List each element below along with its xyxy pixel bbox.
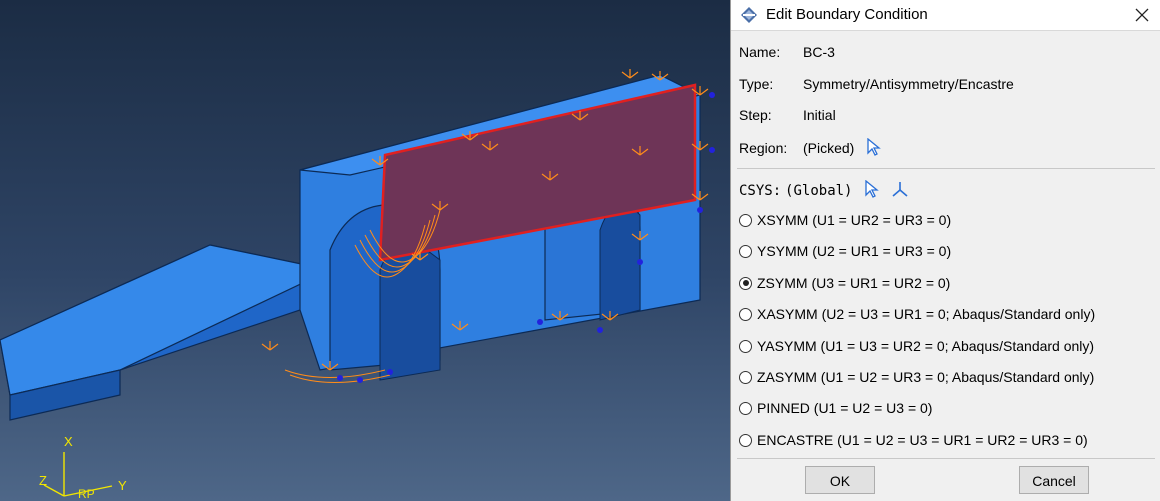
radio-unchecked-icon[interactable] [739, 245, 752, 259]
csys-create-triad-icon[interactable] [890, 180, 910, 198]
region-value: (Picked) [803, 140, 855, 156]
bc-option-radio[interactable]: ZASYMM (U1 = U2 = UR3 = 0; Abaqus/Standa… [739, 369, 1094, 385]
csys-pick-arrow-icon[interactable] [864, 180, 880, 198]
bc-option-radio[interactable]: XSYMM (U1 = UR2 = UR3 = 0) [739, 212, 951, 228]
radio-unchecked-icon[interactable] [739, 339, 752, 353]
edit-boundary-condition-dialog: Edit Boundary Condition Name: BC-3 Type: S… [730, 0, 1160, 501]
dialog-title: Edit Boundary Condition [766, 6, 928, 23]
right-arch-inner [599, 203, 641, 321]
step-value: Initial [803, 107, 836, 123]
bc-option-label: XSYMM (U1 = UR2 = UR3 = 0) [757, 212, 952, 228]
type-row: Type: Symmetry/Antisymmetry/Encastre [739, 76, 1014, 92]
model-viewport[interactable]: X Y Z RP [0, 0, 730, 501]
bc-option-label: YASYMM (U1 = U3 = UR2 = 0; Abaqus/Standa… [757, 337, 1095, 354]
separator [737, 168, 1155, 169]
step-label: Step: [739, 107, 772, 123]
cancel-button[interactable]: Cancel [1019, 466, 1089, 494]
bc-option-label: PINNED (U1 = U2 = U3 = 0) [757, 400, 933, 417]
bc-option-label: ZSYMM (U3 = UR1 = UR2 = 0) [757, 274, 951, 291]
radio-unchecked-icon[interactable] [739, 214, 752, 227]
bc-option-radio[interactable]: ENCASTRE (U1 = U2 = U3 = UR1 = UR2 = UR3… [739, 432, 1088, 448]
bc-option-radio[interactable]: ZSYMM (U3 = UR1 = UR2 = 0) [739, 275, 950, 291]
radio-checked-icon[interactable] [739, 276, 752, 290]
type-value: Symmetry/Antisymmetry/Encastre [803, 76, 1014, 92]
radio-unchecked-icon[interactable] [739, 371, 752, 384]
csys-row: CSYS: (Global) [739, 180, 910, 199]
region-row: Region: (Picked) [739, 138, 882, 156]
ok-button[interactable]: OK [805, 466, 875, 494]
radio-unchecked-icon[interactable] [739, 402, 752, 416]
region-label: Region: [739, 140, 788, 156]
bc-option-radio[interactable]: PINNED (U1 = U2 = U3 = 0) [739, 400, 932, 416]
triad-z-label: Z [39, 473, 47, 488]
name-label: Name: [739, 44, 781, 60]
bc-option-radio[interactable]: YASYMM (U1 = U3 = UR2 = 0; Abaqus/Standa… [739, 338, 1094, 354]
radio-unchecked-icon[interactable] [739, 308, 752, 322]
arm-top-face [0, 244, 332, 396]
bc-option-label: ENCASTRE (U1 = U2 = U3 = UR1 = UR2 = UR3… [757, 431, 1088, 448]
region-pick-arrow-icon[interactable] [866, 138, 882, 156]
close-icon[interactable] [1130, 3, 1154, 27]
bc-option-radio[interactable]: XASYMM (U2 = U3 = UR1 = 0; Abaqus/Standa… [739, 306, 1095, 322]
type-label: Type: [739, 76, 774, 92]
csys-value: (Global) [785, 183, 853, 199]
triad-y-label: Y [118, 478, 127, 493]
bc-option-label: YSYMM (U2 = UR1 = UR3 = 0) [757, 243, 952, 260]
radio-unchecked-icon[interactable] [739, 433, 752, 447]
step-row: Step: Initial [739, 107, 836, 123]
bc-option-label: XASYMM (U2 = U3 = UR1 = 0; Abaqus/Standa… [757, 306, 1096, 323]
bc-option-radio[interactable]: YSYMM (U2 = UR1 = UR3 = 0) [739, 243, 951, 259]
abaqus-app-icon [741, 7, 757, 23]
triad-x-label: X [64, 434, 73, 449]
part-model-svg[interactable]: X Y Z RP [0, 0, 730, 501]
name-value: BC-3 [803, 44, 835, 60]
dialog-titlebar[interactable]: Edit Boundary Condition [731, 0, 1160, 31]
csys-label: CSYS: [739, 183, 782, 199]
name-row: Name: BC-3 [739, 44, 835, 60]
triad-rp-label: RP [78, 487, 95, 501]
bc-option-label: ZASYMM (U1 = U2 = UR3 = 0; Abaqus/Standa… [757, 369, 1095, 385]
separator [737, 458, 1155, 459]
